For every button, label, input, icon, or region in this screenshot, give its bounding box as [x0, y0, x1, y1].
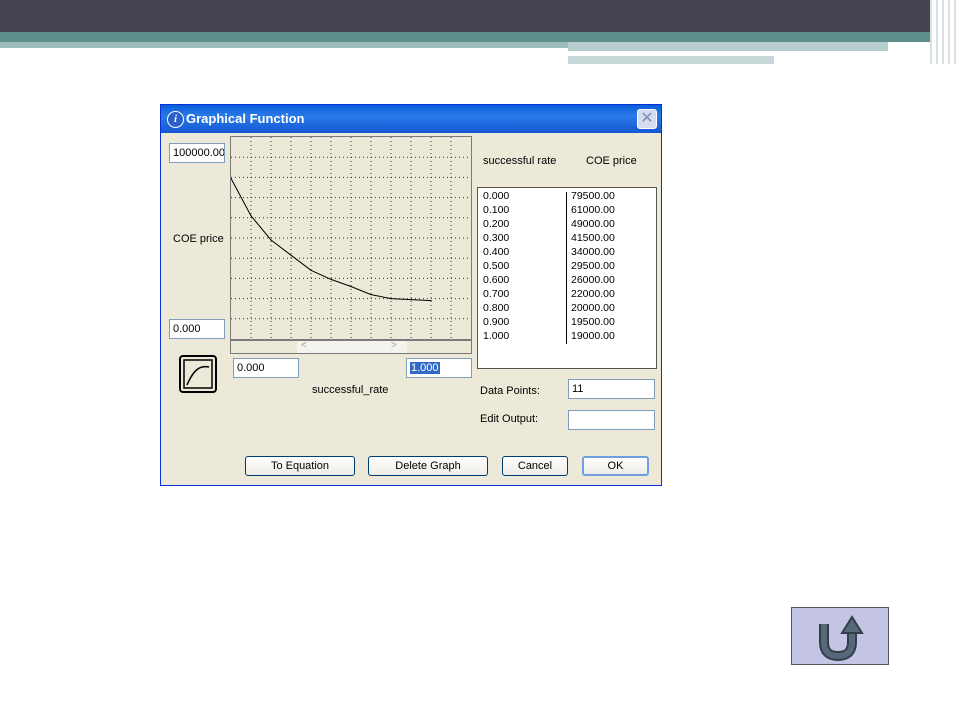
table-cell-x[interactable]: 0.900	[483, 316, 509, 328]
slide-header-bar	[0, 0, 960, 32]
graph-canvas[interactable]	[230, 137, 471, 339]
graph-curve	[230, 178, 432, 302]
edit-output-label: Edit Output:	[480, 413, 539, 425]
data-point[interactable]	[250, 215, 252, 217]
graph-grid	[231, 137, 471, 339]
edit-output-field[interactable]	[568, 410, 655, 430]
table-cell-y[interactable]: 20000.00	[571, 302, 615, 314]
y-min-field[interactable]: 0.000	[169, 319, 225, 339]
table-cell-x[interactable]: 0.600	[483, 274, 509, 286]
table-cell-y[interactable]: 34000.00	[571, 246, 615, 258]
data-points-label: Data Points:	[480, 385, 540, 397]
graph-plot-area[interactable]	[230, 136, 472, 340]
table-column-divider	[566, 192, 567, 344]
table-cell-x[interactable]: 0.700	[483, 288, 509, 300]
graphical-function-dialog: i Graphical Function ✕ 100000.00 COE pri…	[160, 104, 662, 486]
data-point[interactable]	[270, 239, 272, 241]
info-icon: i	[167, 111, 184, 128]
scroll-right-icon[interactable]: >	[391, 340, 397, 351]
table-cell-y[interactable]: 29500.00	[571, 260, 615, 272]
table-header-x: successful rate	[483, 155, 557, 167]
table-cell-x[interactable]: 0.100	[483, 204, 509, 216]
data-point[interactable]	[290, 254, 292, 256]
x-min-field[interactable]: 0.000	[233, 358, 299, 378]
data-point[interactable]	[350, 285, 352, 288]
slide-header-stripe-right-lower	[568, 56, 774, 64]
table-cell-y[interactable]: 22000.00	[571, 288, 615, 300]
table-cell-y[interactable]: 61000.00	[571, 204, 615, 216]
close-icon: ✕	[640, 110, 654, 127]
table-cell-x[interactable]: 0.000	[483, 190, 509, 202]
table-cell-x[interactable]: 0.200	[483, 218, 509, 230]
table-cell-y[interactable]: 79500.00	[571, 190, 615, 202]
table-cell-y[interactable]: 26000.00	[571, 274, 615, 286]
y-axis-label: COE price	[173, 233, 224, 245]
cancel-button[interactable]: Cancel	[502, 456, 568, 476]
x-max-selected-text: 1.000	[410, 362, 440, 374]
to-equation-button[interactable]: To Equation	[245, 456, 355, 476]
graph-type-button[interactable]	[179, 355, 217, 393]
delete-graph-button[interactable]: Delete Graph	[368, 456, 488, 476]
data-point[interactable]	[410, 299, 412, 301]
scroll-left-icon[interactable]: <	[301, 340, 307, 351]
data-point[interactable]	[370, 293, 372, 296]
close-button[interactable]: ✕	[637, 109, 657, 129]
table-cell-y[interactable]: 19500.00	[571, 316, 615, 328]
return-button[interactable]	[791, 607, 889, 665]
table-cell-y[interactable]: 19000.00	[571, 330, 615, 342]
x-max-field[interactable]: 1.000	[406, 358, 472, 378]
slide-header-stripe	[0, 42, 568, 48]
u-turn-arrow-icon	[819, 615, 864, 662]
curve-icon	[183, 359, 213, 389]
table-cell-x[interactable]: 0.500	[483, 260, 509, 272]
table-cell-x[interactable]: 0.300	[483, 232, 509, 244]
dialog-title: Graphical Function	[186, 111, 305, 126]
table-cell-y[interactable]: 41500.00	[571, 232, 615, 244]
table-cell-x[interactable]: 1.000	[483, 330, 509, 342]
data-point[interactable]	[310, 269, 312, 271]
graph-horizontal-scrollbar[interactable]: < >	[230, 340, 472, 354]
table-header-y: COE price	[586, 155, 637, 167]
data-points-field[interactable]: 11	[568, 379, 655, 399]
dialog-titlebar[interactable]: i Graphical Function ✕	[161, 105, 661, 133]
graph-points	[230, 177, 432, 302]
slide-header-vertical-lines	[930, 0, 960, 64]
data-point[interactable]	[430, 300, 432, 302]
slide-header-accent	[0, 32, 960, 42]
table-cell-x[interactable]: 0.400	[483, 246, 509, 258]
data-table[interactable]: 0.000 79500.00 0.100 61000.00 0.200 49000.00 0…	[477, 187, 657, 369]
x-axis-label: successful_rate	[312, 384, 389, 396]
slide-header-divider	[568, 51, 888, 54]
data-point[interactable]	[330, 278, 332, 281]
table-cell-x[interactable]: 0.800	[483, 302, 509, 314]
table-cell-y[interactable]: 49000.00	[571, 218, 615, 230]
y-max-field[interactable]: 100000.00	[169, 143, 225, 163]
data-point[interactable]	[390, 298, 392, 300]
ok-button[interactable]: OK	[582, 456, 649, 476]
